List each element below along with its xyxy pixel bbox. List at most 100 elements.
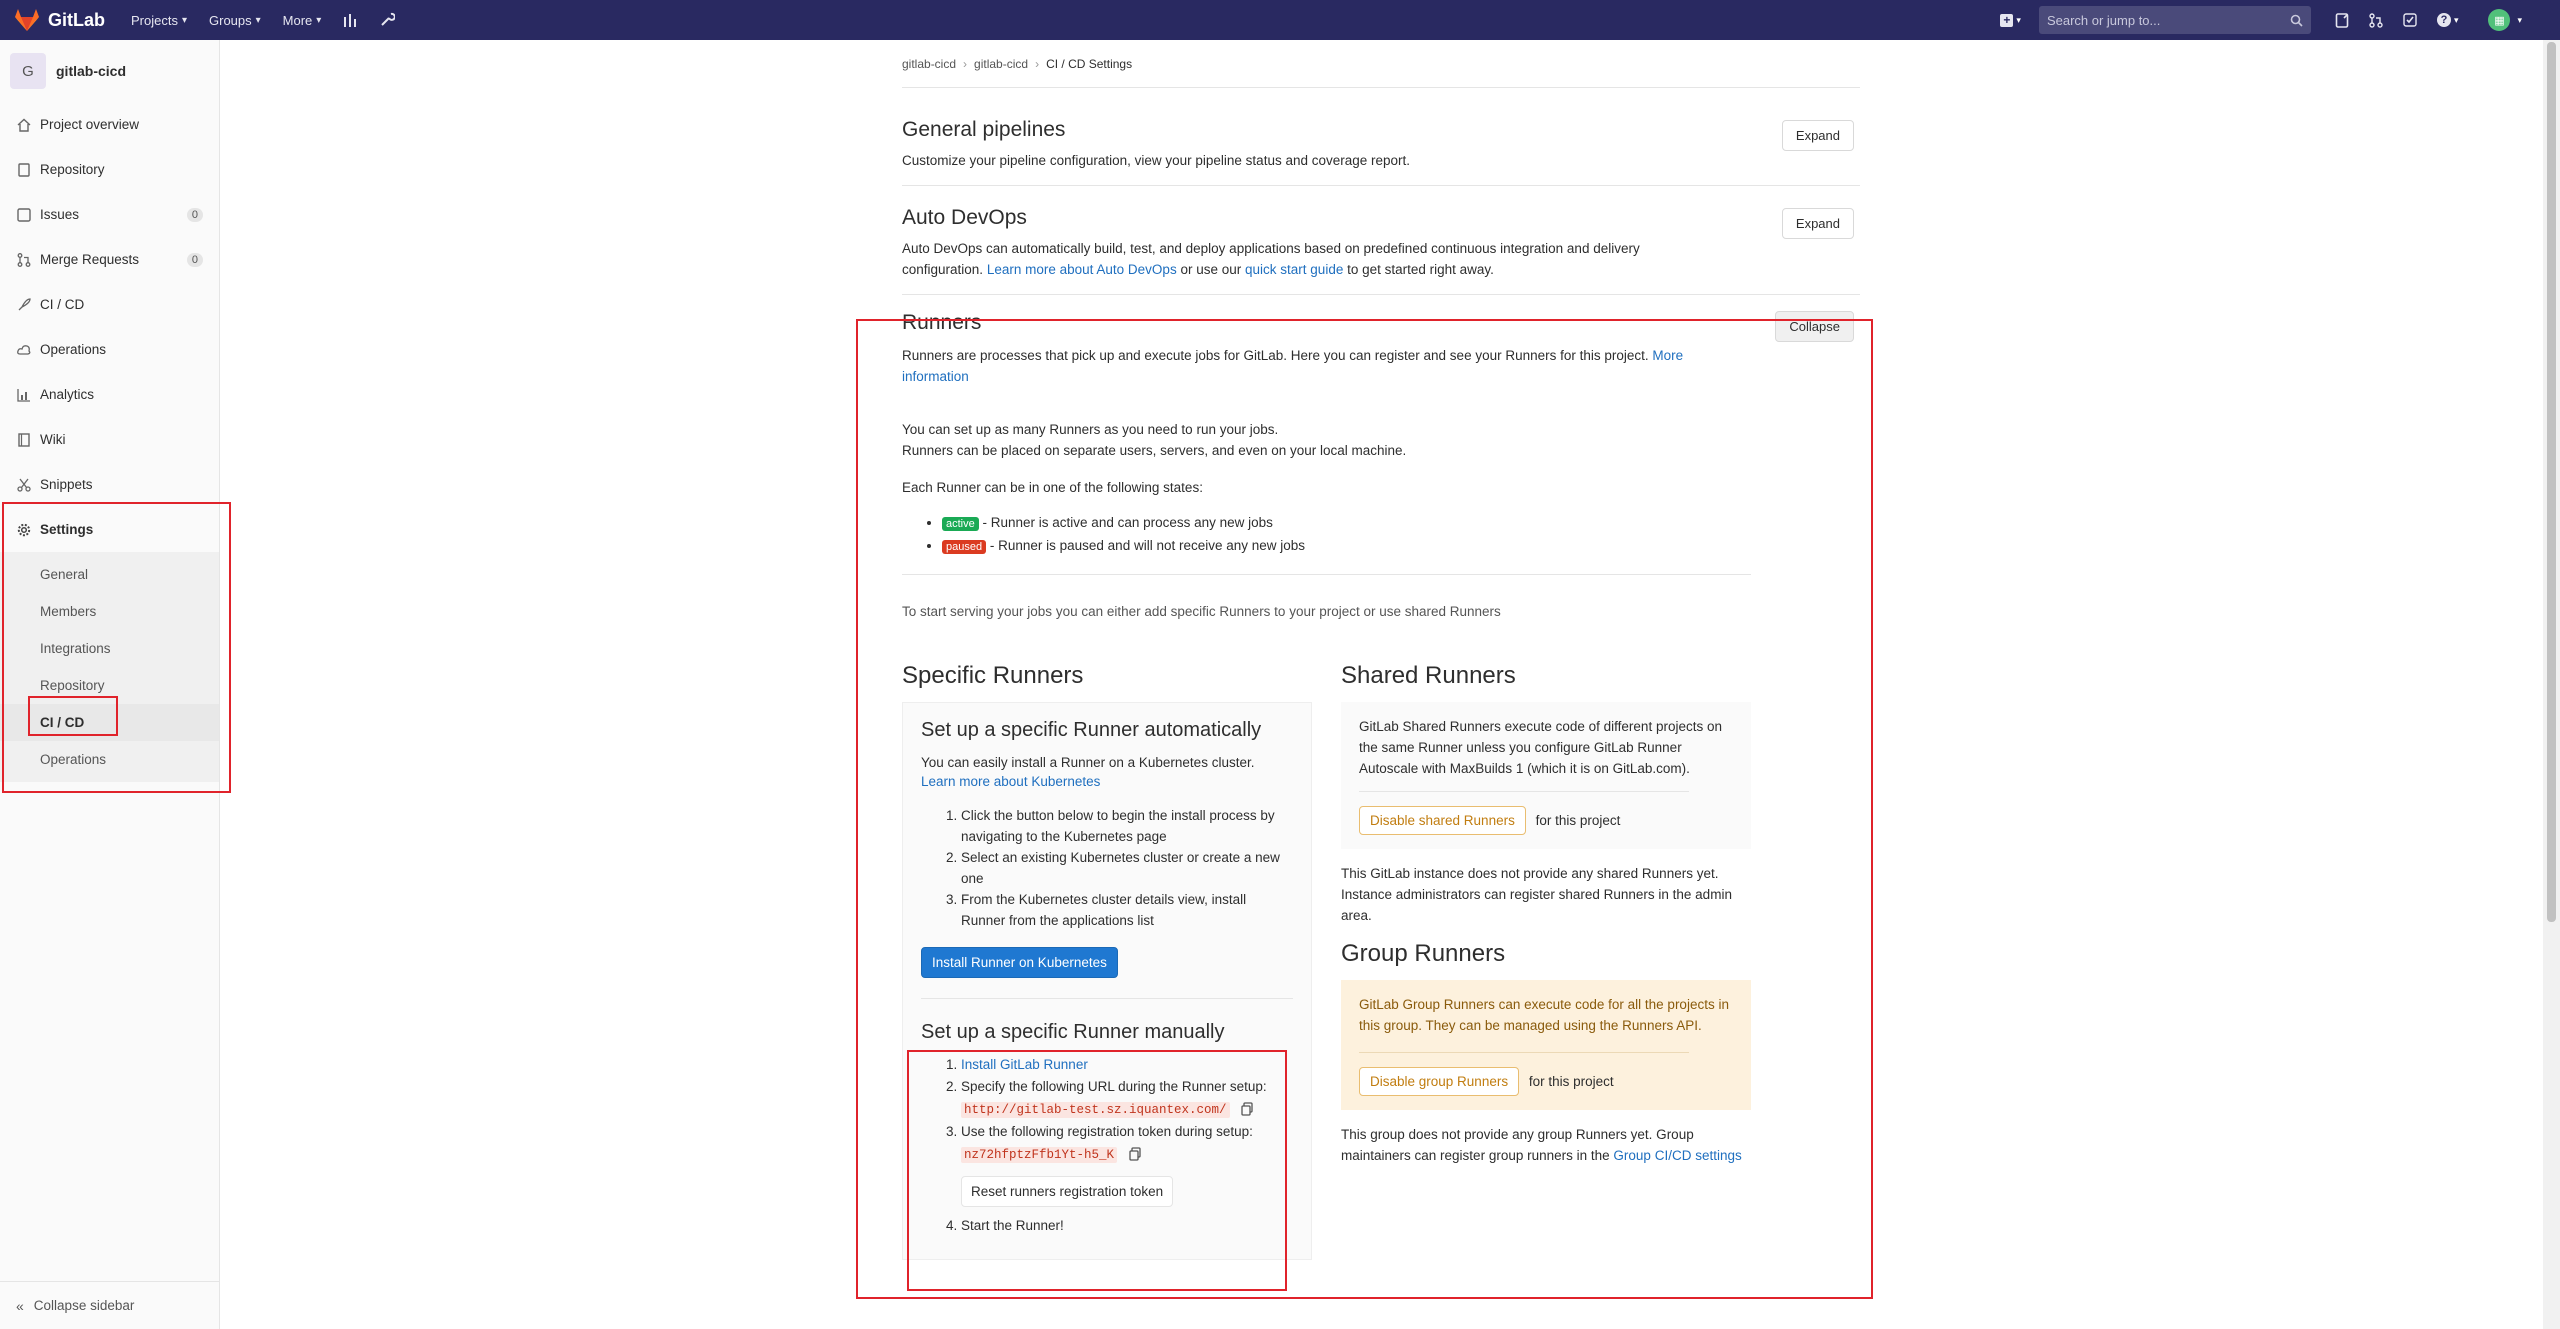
project-header[interactable]: G gitlab-cicd bbox=[0, 40, 219, 102]
sidebar-item-project-overview[interactable]: Project overview bbox=[0, 102, 219, 147]
todos-nav[interactable] bbox=[2403, 13, 2417, 27]
sidebar-item-snippets[interactable]: Snippets bbox=[0, 462, 219, 507]
collapse-sidebar-button[interactable]: « Collapse sidebar bbox=[0, 1281, 219, 1329]
list-item: paused - Runner is paused and will not r… bbox=[942, 535, 1860, 558]
specific-runners-title: Specific Runners bbox=[902, 662, 1084, 689]
copy-icon[interactable] bbox=[1129, 1147, 1141, 1162]
subnav-integrations[interactable]: Integrations bbox=[0, 630, 219, 667]
auto-devops-desc-3: to get started right away. bbox=[1347, 262, 1494, 277]
nav-more-label: More bbox=[282, 12, 313, 28]
list-item: Start the Runner! bbox=[961, 1215, 1293, 1237]
breadcrumb-current: CI / CD Settings bbox=[1046, 56, 1133, 71]
install-runner-kubernetes-button[interactable]: Install Runner on Kubernetes bbox=[921, 947, 1118, 978]
merge-requests-nav[interactable] bbox=[2369, 12, 2383, 28]
runners-lead: To start serving your jobs you can eithe… bbox=[902, 604, 1501, 619]
check-square-icon bbox=[2403, 13, 2417, 27]
auto-devops-learn-link[interactable]: Learn more about Auto DevOps bbox=[987, 262, 1177, 277]
issues-icon bbox=[16, 207, 32, 223]
new-dropdown[interactable]: + ▾ bbox=[2000, 13, 2021, 27]
manual-step-text: Specify the following URL during the Run… bbox=[961, 1079, 1267, 1094]
expand-general-pipelines-button[interactable]: Expand bbox=[1781, 120, 1854, 151]
quick-start-link[interactable]: quick start guide bbox=[1245, 262, 1343, 277]
subnav-members[interactable]: Members bbox=[0, 593, 219, 630]
nav-admin[interactable] bbox=[379, 12, 396, 28]
divider bbox=[902, 574, 1751, 575]
bar-chart-icon bbox=[344, 14, 357, 27]
subnav-operations[interactable]: Operations bbox=[0, 741, 219, 778]
scissors-icon bbox=[16, 477, 32, 493]
disable-shared-runners-button[interactable]: Disable shared Runners bbox=[1359, 806, 1526, 835]
sidebar-item-operations[interactable]: Operations bbox=[0, 327, 219, 372]
nav-groups[interactable]: Groups ▾ bbox=[209, 13, 261, 28]
sidebar-item-wiki[interactable]: Wiki bbox=[0, 417, 219, 462]
sidebar-item-label: Settings bbox=[40, 522, 94, 537]
scrollbar-thumb[interactable] bbox=[2547, 42, 2556, 922]
gitlab-logo[interactable]: GitLab bbox=[14, 0, 105, 40]
home-icon bbox=[16, 117, 32, 133]
expand-auto-devops-button[interactable]: Expand bbox=[1781, 208, 1854, 239]
help-dropdown[interactable]: ? ▾ bbox=[2436, 13, 2458, 27]
breadcrumb-group[interactable]: gitlab-cicd bbox=[902, 57, 956, 71]
section-desc: Auto DevOps can automatically build, tes… bbox=[902, 238, 1682, 280]
runners-intro: Runners are processes that pick up and e… bbox=[902, 345, 1702, 387]
sidebar-item-repository[interactable]: Repository bbox=[0, 147, 219, 192]
list-item: Install GitLab Runner bbox=[961, 1054, 1293, 1076]
breadcrumb-project[interactable]: gitlab-cicd bbox=[974, 57, 1028, 71]
sidebar-item-label: Snippets bbox=[40, 477, 93, 492]
search-box[interactable] bbox=[2038, 6, 2311, 34]
section-title: Runners bbox=[902, 311, 982, 334]
chevron-down-icon: ▾ bbox=[316, 14, 322, 26]
manual-setup-steps: Install GitLab Runner Specify the follow… bbox=[961, 1054, 1293, 1237]
runner-states-list: active - Runner is active and can proces… bbox=[942, 512, 1860, 558]
sidebar-item-label: Issues bbox=[40, 207, 80, 222]
shared-note: This GitLab instance does not provide an… bbox=[1341, 866, 1732, 923]
copy-icon[interactable] bbox=[1241, 1102, 1253, 1117]
sidebar-item-merge-requests[interactable]: Merge Requests 0 bbox=[0, 237, 219, 282]
collapse-runners-button[interactable]: Collapse bbox=[1775, 311, 1854, 342]
nav-more[interactable]: More ▾ bbox=[283, 13, 322, 28]
subnav-repository[interactable]: Repository bbox=[0, 667, 219, 704]
sidebar-item-label: Project overview bbox=[40, 117, 140, 132]
kubernetes-learn-link[interactable]: Learn more about Kubernetes bbox=[921, 774, 1100, 789]
issues-icon bbox=[2335, 12, 2349, 28]
sidebar-item-ci-cd[interactable]: CI / CD bbox=[0, 282, 219, 327]
group-cicd-settings-link[interactable]: Group CI/CD settings bbox=[1613, 1148, 1741, 1163]
nav-projects-label: Projects bbox=[131, 12, 178, 28]
disable-group-runners-button[interactable]: Disable group Runners bbox=[1359, 1067, 1520, 1096]
group-button-suffix: for this project bbox=[1528, 1074, 1614, 1089]
sidebar-item-label: Wiki bbox=[40, 432, 66, 447]
group-note: This group does not provide any group Ru… bbox=[1341, 1124, 1751, 1166]
nav-projects[interactable]: Projects ▾ bbox=[131, 13, 187, 28]
search-icon bbox=[2290, 14, 2303, 27]
vertical-scrollbar[interactable] bbox=[2543, 40, 2560, 1329]
nav-activity[interactable] bbox=[343, 13, 359, 27]
subnav-general[interactable]: General bbox=[0, 556, 219, 593]
group-runners-box: GitLab Group Runners can execute code fo… bbox=[1341, 980, 1751, 1110]
sidebar-item-settings[interactable]: Settings bbox=[0, 507, 219, 552]
general-pipelines-section: General pipelines Customize your pipelin… bbox=[902, 88, 1860, 186]
chevron-down-icon: ▾ bbox=[181, 14, 187, 26]
todo-nav[interactable] bbox=[2335, 12, 2349, 28]
nav-groups-label: Groups bbox=[209, 12, 252, 28]
user-dropdown[interactable]: ▦ ▾ bbox=[2478, 9, 2522, 31]
mr-count-badge: 0 bbox=[186, 252, 203, 267]
auto-setup-box: Set up a specific Runner automatically Y… bbox=[902, 702, 1312, 1260]
sidebar-item-issues[interactable]: Issues 0 bbox=[0, 192, 219, 237]
question-circle-icon: ? bbox=[2436, 13, 2451, 27]
main-content: gitlab-cicd › gitlab-cicd › CI / CD Sett… bbox=[902, 40, 1860, 1260]
brand-name: GitLab bbox=[48, 9, 105, 30]
registration-token-code: nz72hfptzFfb1Yt-h5_K bbox=[961, 1147, 1118, 1163]
sidebar-item-analytics[interactable]: Analytics bbox=[0, 372, 219, 417]
list-item: From the Kubernetes cluster details view… bbox=[961, 889, 1293, 931]
auto-setup-title: Set up a specific Runner automatically bbox=[921, 719, 1262, 741]
gear-icon bbox=[16, 522, 32, 538]
status-badge: active bbox=[942, 517, 979, 531]
search-input[interactable] bbox=[2046, 12, 2290, 28]
subnav-ci-cd[interactable]: CI / CD bbox=[0, 704, 219, 741]
shared-runners-box: GitLab Shared Runners execute code of di… bbox=[1341, 702, 1751, 849]
install-gitlab-runner-link[interactable]: Install GitLab Runner bbox=[961, 1057, 1088, 1072]
issues-count-badge: 0 bbox=[186, 207, 203, 222]
reset-token-button[interactable]: Reset runners registration token bbox=[961, 1176, 1174, 1207]
runner-url-code: http://gitlab-test.sz.iquantex.com/ bbox=[961, 1102, 1230, 1118]
runners-para-2: Runners can be placed on separate users,… bbox=[902, 443, 1407, 458]
